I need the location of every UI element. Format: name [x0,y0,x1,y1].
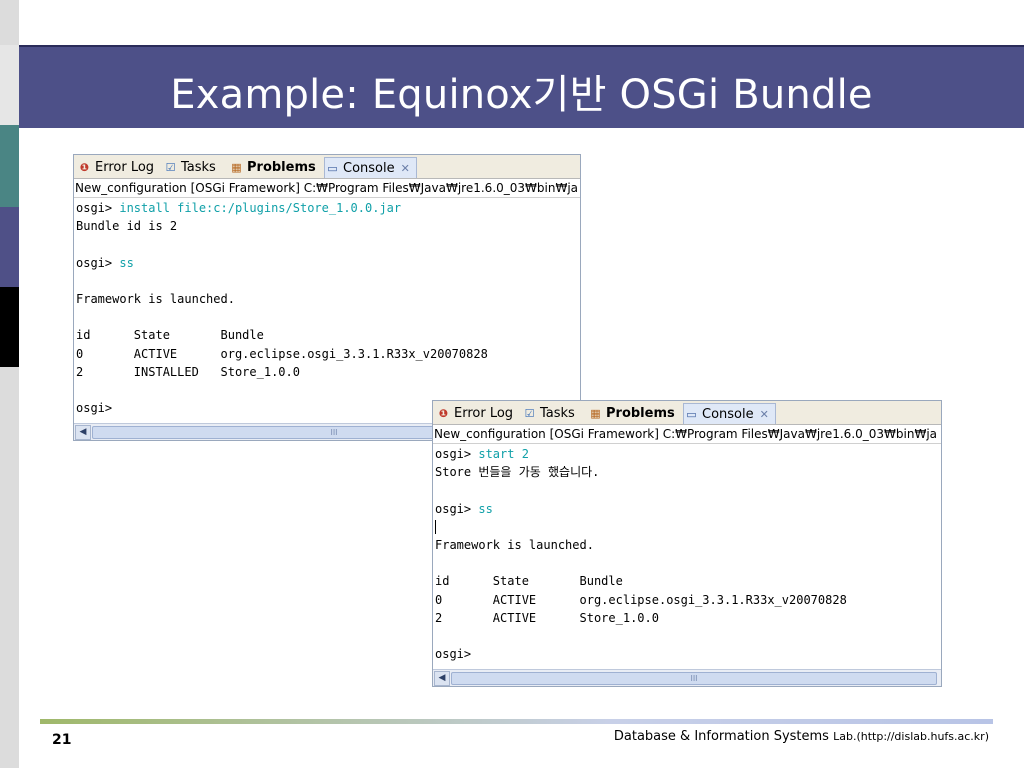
problems-icon: ▦ [231,160,242,174]
close-icon[interactable]: ✕ [760,408,769,421]
console-line: Bundle id is 2 [76,217,580,235]
console-line: osgi> ss [435,500,941,518]
footer-credit: Database & Information Systems Lab.(http… [614,729,989,744]
console-prompt: osgi> [435,647,472,662]
console-line: osgi> install file:c:/plugins/Store_1.0.… [76,199,580,217]
tab-label: Problems [606,405,675,421]
console-icon: ▭ [686,407,697,421]
slide-title: Example: Equinox기반 OSGi Bundle [170,72,873,118]
tab-error-log[interactable]: ❶ Error Log [77,157,154,177]
console-text: id State Bundle [435,574,623,589]
console-prompt: osgi> [76,255,120,270]
tab-tasks[interactable]: ☑ Tasks [163,157,216,177]
text-cursor [435,520,436,535]
view-tab-bar: ❶ Error Log ☑ Tasks ▦ Problems ▭ Console… [74,155,580,179]
console-text: id State Bundle [76,328,264,343]
console-text: Store 번들을 가동 했습니다. [435,465,600,480]
console-text: 2 ACTIVE Store_1.0.0 [435,610,659,625]
slide-title-bar: Example: Equinox기반 OSGi Bundle [19,45,1024,128]
console-line: osgi> ss [76,254,580,272]
console-output[interactable]: osgi> start 2 Store 번들을 가동 했습니다. osgi> ss F… [435,445,941,663]
scroll-left-arrow-icon[interactable]: ◀ [434,671,450,686]
console-line: 2 ACTIVE Store_1.0.0 [435,609,941,627]
tab-problems[interactable]: ▦ Problems [588,403,675,423]
side-decoration-block [0,287,19,367]
console-line: id State Bundle [435,572,941,590]
console-text: Bundle id is 2 [76,219,178,234]
console-text: Framework is launched. [435,537,594,552]
console-output[interactable]: osgi> install file:c:/plugins/Store_1.0.… [76,199,580,417]
console-description: New_configuration [OSGi Framework] C:₩Pr… [74,179,580,198]
tasks-icon: ☑ [524,406,535,420]
scrollbar-thumb[interactable]: III [451,672,937,685]
console-description: New_configuration [OSGi Framework] C:₩Pr… [433,425,941,444]
console-prompt: osgi> [76,201,120,215]
console-line: osgi> start 2 [435,445,941,463]
problems-icon: ▦ [590,406,601,420]
side-decoration-block [0,0,19,45]
console-text: 0 ACTIVE org.eclipse.osgi_3.3.1.R33x_v20… [76,346,488,361]
console-text: 0 ACTIVE org.eclipse.osgi_3.3.1.R33x_v20… [435,592,847,607]
eclipse-console-view-2: ❶ Error Log ☑ Tasks ▦ Problems ▭ Console… [432,400,942,687]
tab-console[interactable]: ▭ Console ✕ [683,403,776,424]
console-prompt: osgi> [435,501,479,516]
tab-problems[interactable]: ▦ Problems [229,157,316,177]
tab-label: Tasks [540,405,575,421]
scroll-left-arrow-icon[interactable]: ◀ [75,425,91,440]
eclipse-console-view-1: ❶ Error Log ☑ Tasks ▦ Problems ▭ Console… [73,154,581,441]
error-log-icon: ❶ [438,406,449,420]
side-decoration-block [0,207,19,287]
tab-label: Problems [247,159,316,175]
close-icon[interactable]: ✕ [401,162,410,175]
footer-credit-main: Database & Information Systems [613,729,834,744]
tab-tasks[interactable]: ☑ Tasks [522,403,575,423]
console-command: ss [478,501,493,516]
footer-credit-url: Lab.(http://dislab.hufs.ac.kr) [833,730,989,743]
view-tab-bar: ❶ Error Log ☑ Tasks ▦ Problems ▭ Console… [433,401,941,425]
tab-error-log[interactable]: ❶ Error Log [436,403,513,423]
console-line: osgi> [435,645,941,663]
error-log-icon: ❶ [79,160,90,174]
console-command: start 2 [478,447,529,461]
console-line: 0 ACTIVE org.eclipse.osgi_3.3.1.R33x_v20… [435,591,941,609]
side-decoration-block [0,367,19,768]
tab-label: Console [343,160,395,176]
tasks-icon: ☑ [165,160,176,174]
console-line [435,518,941,536]
tab-label: Tasks [181,159,216,175]
console-line: 0 ACTIVE org.eclipse.osgi_3.3.1.R33x_v20… [76,345,580,363]
tab-label: Error Log [95,159,155,175]
console-prompt: osgi> [435,447,479,461]
console-line: 2 INSTALLED Store_1.0.0 [76,363,580,381]
horizontal-scrollbar[interactable]: ◀ III [433,669,941,686]
footer-divider [40,719,993,724]
console-line: Framework is launched. [76,290,580,308]
console-line: id State Bundle [76,326,580,344]
console-prompt: osgi> [76,401,113,416]
side-decoration-block [0,45,19,125]
console-text: Framework is launched. [76,291,235,306]
console-command: install file:c:/plugins/Store_1.0.0.jar [119,201,402,215]
tab-label: Error Log [454,405,514,421]
side-decoration-block [0,125,19,207]
tab-console[interactable]: ▭ Console ✕ [324,157,417,178]
page-number: 21 [52,732,72,748]
console-line: Framework is launched. [435,536,941,554]
console-text: 2 INSTALLED Store_1.0.0 [76,364,300,379]
console-line: Store 번들을 가동 했습니다. [435,463,941,481]
tab-label: Console [702,406,754,422]
console-command: ss [119,255,134,270]
console-icon: ▭ [327,161,338,175]
